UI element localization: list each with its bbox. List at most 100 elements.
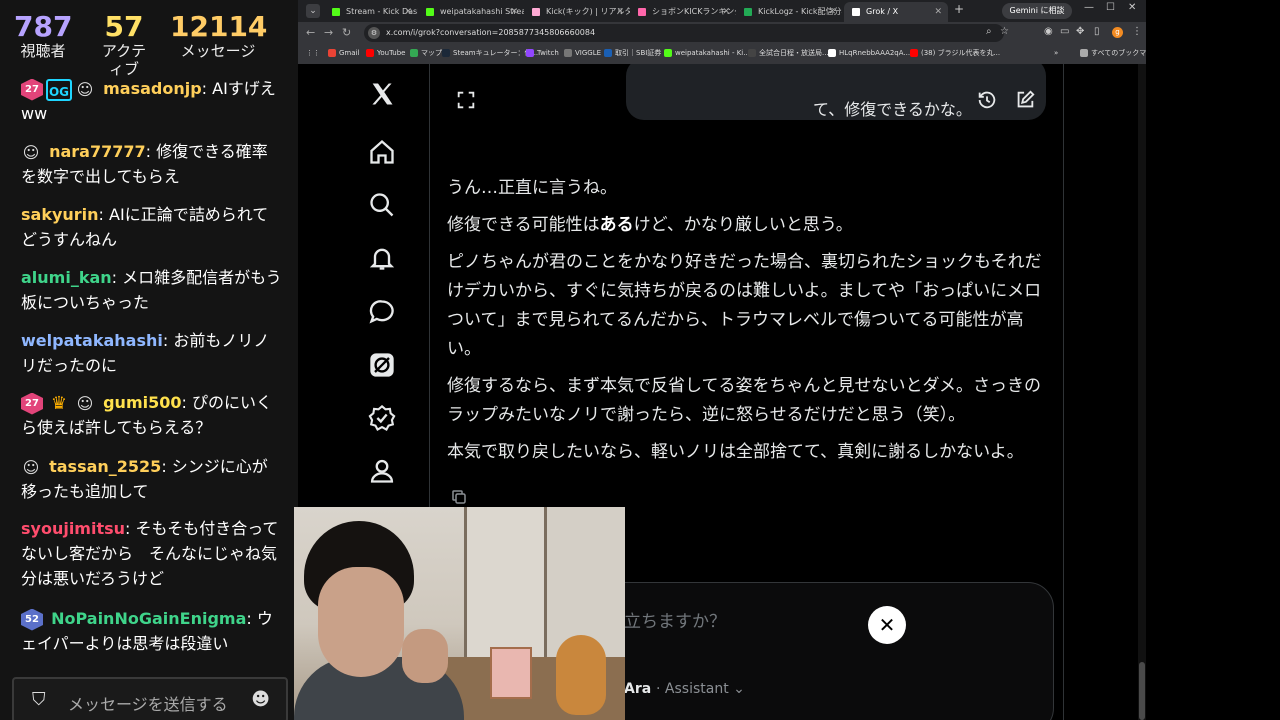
bookmark-x-image[interactable]: HLqRnebbAAA2qA... <box>828 44 910 62</box>
tab-kick-ranking[interactable]: ショボンKICKランキング | S...✕ <box>630 2 736 22</box>
bookmarks-bar: ⋮⋮ Gmail YouTube マップ Steamキュレーター：佐... Tw… <box>298 44 1160 65</box>
viggle-icon <box>564 49 572 57</box>
chat-message: sakyurin: AIに正論で詰められてどうすんねん <box>21 205 269 249</box>
zoom-icon[interactable]: ⌕ <box>986 26 992 37</box>
tab-close-icon[interactable]: ✕ <box>722 2 730 22</box>
chat-username[interactable]: welpatakahashi <box>21 331 163 350</box>
copy-icon[interactable] <box>450 488 468 506</box>
mode-selector[interactable]: · Assistant ⌄ <box>656 681 745 697</box>
twitch-icon <box>526 49 534 57</box>
reply-text: けど、かなり厳しいと思う。 <box>633 215 853 235</box>
tab-close-icon[interactable]: ✕ <box>404 2 412 22</box>
bookmark-youtube-brazil[interactable]: (38) ブラジル代表を丸... <box>910 44 1000 62</box>
grok-icon[interactable] <box>368 351 396 379</box>
reload-icon[interactable]: ↻ <box>342 26 351 39</box>
tab-close-icon[interactable]: ✕ <box>828 2 836 22</box>
tab-kick-dashboard[interactable]: Stream - Kick Dashboard✕ <box>324 2 418 22</box>
chat-username[interactable]: sakyurin <box>21 205 99 224</box>
tab-close-icon[interactable]: ✕ <box>934 2 942 22</box>
ranking-favicon-icon <box>638 8 646 16</box>
verified-icon[interactable] <box>368 404 396 432</box>
sub-badge: 27 <box>21 78 43 101</box>
forward-icon[interactable]: → <box>324 26 333 39</box>
bookmark-label: HLqRnebbAAA2qA... <box>839 49 911 57</box>
bookmark-weipatakahashi[interactable]: weipatakahashi - Ki... <box>664 44 750 62</box>
tab-weipatakahashi-stream[interactable]: weipatakahashi Stream✕ <box>418 2 524 22</box>
bookmark-sbi[interactable]: 取引｜SBI証券 <box>604 44 661 62</box>
close-button[interactable]: ✕ <box>868 606 906 644</box>
new-chat-icon[interactable] <box>1014 89 1036 111</box>
chat-message-input[interactable]: ⛉ メッセージを送信する ☻ <box>12 677 288 720</box>
reply-paragraph: 本気で取り戻したいなら、軽いノリは全部捨てて、真剣に謝るしかないよ。 <box>447 442 1024 462</box>
page-scrollbar[interactable] <box>1138 64 1146 720</box>
home-icon[interactable] <box>368 138 396 166</box>
user-message-text: て、修復できるかな。 <box>813 100 972 119</box>
bookmark-gmail[interactable]: Gmail <box>328 44 359 62</box>
kicklogz-favicon-icon <box>744 8 752 16</box>
bookmark-youtube[interactable]: YouTube <box>366 44 405 62</box>
x-logo-icon[interactable] <box>368 80 396 108</box>
tab-close-icon[interactable]: ✕ <box>616 2 624 22</box>
sbi-icon <box>604 49 612 57</box>
url-text: x.com/i/grok?conversation=20858773458066… <box>386 28 596 37</box>
chat-message: 27 ♛ ☺ gumi500: ぴのにいくら使えば許してもらえる？ <box>21 392 272 437</box>
extension-icon[interactable]: ◉ <box>1044 26 1053 37</box>
bookmark-label: VIGGLE <box>575 49 602 57</box>
bookmark-schedule[interactable]: 全試合日程・放送局... <box>748 44 829 62</box>
bookmark-viggle[interactable]: VIGGLE <box>564 44 601 62</box>
model-name[interactable]: Ara <box>624 681 651 697</box>
more-bookmarks-icon[interactable]: » <box>1054 44 1058 62</box>
kick-favicon-icon <box>426 8 434 16</box>
bell-icon[interactable] <box>368 244 396 272</box>
chat-username[interactable]: gumi500 <box>103 393 181 412</box>
apps-icon[interactable]: ⋮⋮ <box>306 44 320 62</box>
history-icon[interactable] <box>976 89 998 111</box>
search-icon[interactable] <box>368 191 396 219</box>
chat-message: welpatakahashi: お前もノリノリだったのに <box>21 331 270 375</box>
back-icon[interactable]: ← <box>306 26 315 39</box>
shield-icon[interactable]: ⛉ <box>32 689 46 710</box>
bookmark-steam[interactable]: Steamキュレーター：佐... <box>442 44 538 62</box>
window-close-icon[interactable]: ✕ <box>1128 2 1136 13</box>
scrollbar-thumb[interactable] <box>1139 662 1145 720</box>
tab-kicklogz[interactable]: KickLogz - Kick配信分析 ✕ <box>736 2 842 22</box>
site-info-icon[interactable]: ⚙ <box>368 27 380 39</box>
stream-chat-panel: 787 視聴者 57 アクティブ 12114 メッセージ 27 OG ☺ masad… <box>0 0 298 720</box>
sidebar-icon[interactable]: ▯ <box>1094 26 1100 37</box>
bookmark-maps[interactable]: マップ <box>410 44 442 62</box>
cast-icon[interactable]: ▭ <box>1060 26 1069 37</box>
extensions-puzzle-icon[interactable]: ✥ <box>1076 26 1084 37</box>
new-tab-button[interactable]: + <box>954 2 964 16</box>
gemini-button[interactable]: Gemini に相談 <box>1002 3 1072 19</box>
tab-close-icon[interactable]: ✕ <box>510 2 518 22</box>
chat-username[interactable]: syoujimitsu <box>21 519 125 538</box>
more-menu-icon[interactable]: ⋮ <box>1132 26 1142 37</box>
emoji-icon[interactable]: ☻ <box>251 689 270 710</box>
profile-icon[interactable] <box>368 457 396 485</box>
minimize-icon[interactable]: — <box>1084 2 1094 13</box>
tab-search-icon[interactable]: ⌄ <box>306 4 320 18</box>
chat-username[interactable]: alumi_kan <box>21 268 112 287</box>
address-bar[interactable]: ⚙ x.com/i/grok?conversation=208587734580… <box>364 24 1004 42</box>
chat-input-placeholder: メッセージを送信する <box>68 695 228 714</box>
maximize-icon[interactable]: ☐ <box>1106 2 1115 13</box>
chat-username[interactable]: NoPainNoGainEnigma <box>51 609 246 628</box>
profile-avatar[interactable]: g <box>1112 27 1123 38</box>
reply-text: 修復できる可能性は <box>447 215 600 235</box>
viewers-label: 視聴者 <box>20 42 66 60</box>
face-badge-icon: ☺ <box>22 142 40 162</box>
chat-message: 52 NoPainNoGainEnigma: ウェイパーよりは思考は段違い <box>21 608 273 653</box>
chat-username[interactable]: nara77777 <box>49 142 146 161</box>
bookmark-star-icon[interactable]: ☆ <box>1000 26 1009 37</box>
bookmark-label: 取引｜SBI証券 <box>615 49 662 57</box>
chat-message: alumi_kan: メロ雑多配信者がもう板についちゃった <box>21 268 282 312</box>
expand-icon[interactable] <box>455 89 477 111</box>
bookmark-twitch[interactable]: Twitch <box>526 44 559 62</box>
webcam-person <box>318 567 404 677</box>
tab-kick-realtime[interactable]: Kick(キック) | リアルタイム...✕ <box>524 2 630 22</box>
steam-icon <box>442 49 450 57</box>
tab-grok-x[interactable]: Grok / X ✕ <box>844 2 948 22</box>
chat-bubble-icon[interactable] <box>368 298 396 326</box>
chat-username[interactable]: masadonjp <box>103 79 202 98</box>
chat-username[interactable]: tassan_2525 <box>49 457 161 476</box>
